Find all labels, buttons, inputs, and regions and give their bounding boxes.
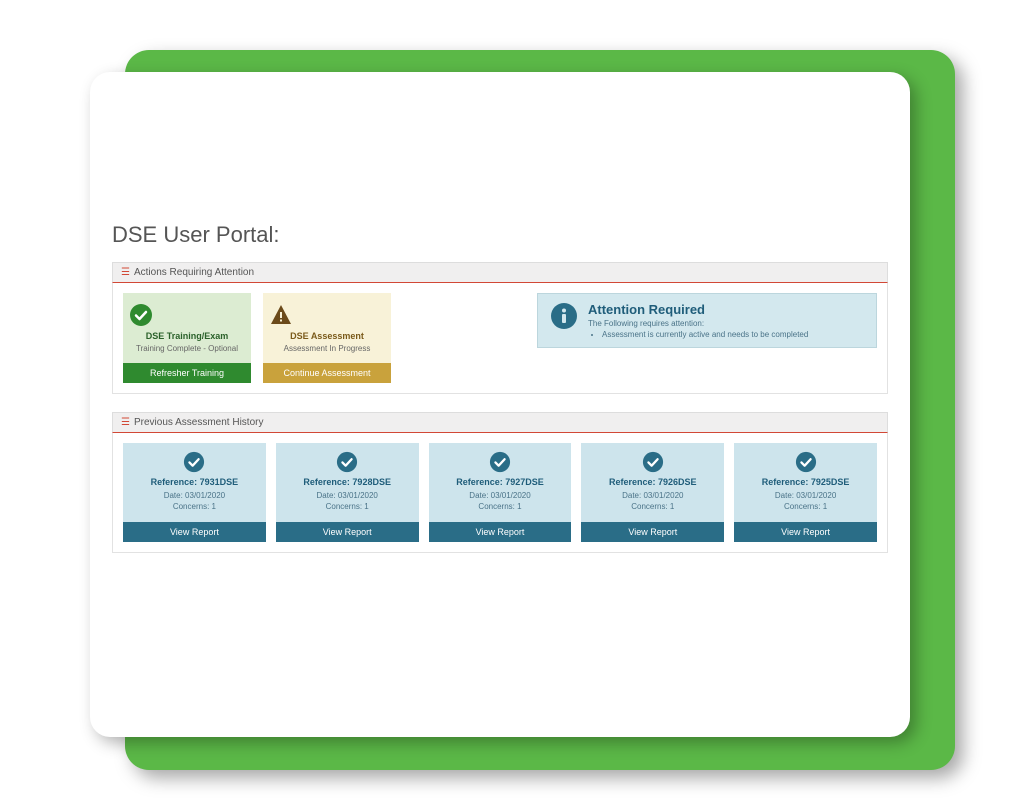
history-card: Reference: 7927DSE Date: 03/01/2020 Conc…: [429, 443, 572, 542]
history-card: Reference: 7928DSE Date: 03/01/2020 Conc…: [276, 443, 419, 542]
view-report-button[interactable]: View Report: [581, 522, 724, 542]
history-reference: Reference: 7926DSE: [587, 477, 718, 487]
actions-row: DSE Training/Exam Training Complete - Op…: [123, 293, 877, 383]
warning-triangle-icon: [269, 303, 385, 327]
history-concerns: Concerns: 1: [587, 501, 718, 512]
history-concerns: Concerns: 1: [129, 501, 260, 512]
history-card: Reference: 7931DSE Date: 03/01/2020 Conc…: [123, 443, 266, 542]
history-section: ☰ Previous Assessment History Reference:…: [112, 412, 888, 553]
history-card: Reference: 7925DSE Date: 03/01/2020 Conc…: [734, 443, 877, 542]
info-circle-icon: [550, 302, 578, 330]
actions-section-header[interactable]: ☰ Actions Requiring Attention: [112, 262, 888, 283]
history-card-body: Reference: 7927DSE Date: 03/01/2020 Conc…: [429, 443, 572, 522]
attention-list: Assessment is currently active and needs…: [588, 330, 808, 339]
history-card-body: Reference: 7926DSE Date: 03/01/2020 Conc…: [581, 443, 724, 522]
assessment-card-title: DSE Assessment: [269, 331, 385, 341]
history-section-body: Reference: 7931DSE Date: 03/01/2020 Conc…: [112, 433, 888, 553]
training-card-title: DSE Training/Exam: [129, 331, 245, 341]
page-title: DSE User Portal:: [112, 222, 888, 248]
view-report-button[interactable]: View Report: [123, 522, 266, 542]
check-circle-icon: [740, 451, 871, 473]
assessment-card-body: DSE Assessment Assessment In Progress: [263, 293, 391, 363]
history-section-header[interactable]: ☰ Previous Assessment History: [112, 412, 888, 433]
history-date: Date: 03/01/2020: [282, 490, 413, 501]
main-panel: DSE User Portal: ☰ Actions Requiring Att…: [90, 72, 910, 737]
attention-required-box: Attention Required The Following require…: [537, 293, 877, 348]
history-date: Date: 03/01/2020: [587, 490, 718, 501]
history-row: Reference: 7931DSE Date: 03/01/2020 Conc…: [123, 443, 877, 542]
refresher-training-button[interactable]: Refresher Training: [123, 363, 251, 383]
training-card: DSE Training/Exam Training Complete - Op…: [123, 293, 251, 383]
training-card-subtitle: Training Complete - Optional: [129, 344, 245, 353]
history-concerns: Concerns: 1: [435, 501, 566, 512]
history-section-title: Previous Assessment History: [134, 417, 264, 428]
view-report-button[interactable]: View Report: [429, 522, 572, 542]
actions-section: ☰ Actions Requiring Attention DSE Traini…: [112, 262, 888, 394]
history-date: Date: 03/01/2020: [740, 490, 871, 501]
history-card-body: Reference: 7928DSE Date: 03/01/2020 Conc…: [276, 443, 419, 522]
training-card-body: DSE Training/Exam Training Complete - Op…: [123, 293, 251, 363]
view-report-button[interactable]: View Report: [734, 522, 877, 542]
attention-subtitle: The Following requires attention:: [588, 319, 808, 328]
continue-assessment-button[interactable]: Continue Assessment: [263, 363, 391, 383]
actions-section-title: Actions Requiring Attention: [134, 267, 254, 278]
history-card: Reference: 7926DSE Date: 03/01/2020 Conc…: [581, 443, 724, 542]
attention-text: Attention Required The Following require…: [588, 302, 808, 339]
attention-title: Attention Required: [588, 302, 808, 317]
history-date: Date: 03/01/2020: [435, 490, 566, 501]
history-concerns: Concerns: 1: [282, 501, 413, 512]
assessment-card-subtitle: Assessment In Progress: [269, 344, 385, 353]
history-card-body: Reference: 7931DSE Date: 03/01/2020 Conc…: [123, 443, 266, 522]
history-reference: Reference: 7931DSE: [129, 477, 260, 487]
view-report-button[interactable]: View Report: [276, 522, 419, 542]
history-date: Date: 03/01/2020: [129, 490, 260, 501]
check-circle-icon: [129, 303, 245, 327]
actions-section-body: DSE Training/Exam Training Complete - Op…: [112, 283, 888, 394]
history-reference: Reference: 7927DSE: [435, 477, 566, 487]
check-circle-icon: [282, 451, 413, 473]
collapse-icon: ☰: [121, 418, 130, 428]
history-concerns: Concerns: 1: [740, 501, 871, 512]
history-reference: Reference: 7925DSE: [740, 477, 871, 487]
collapse-icon: ☰: [121, 268, 130, 278]
check-circle-icon: [587, 451, 718, 473]
assessment-card: DSE Assessment Assessment In Progress Co…: [263, 293, 391, 383]
attention-list-item: Assessment is currently active and needs…: [602, 330, 808, 339]
history-card-body: Reference: 7925DSE Date: 03/01/2020 Conc…: [734, 443, 877, 522]
check-circle-icon: [435, 451, 566, 473]
history-reference: Reference: 7928DSE: [282, 477, 413, 487]
check-circle-icon: [129, 451, 260, 473]
